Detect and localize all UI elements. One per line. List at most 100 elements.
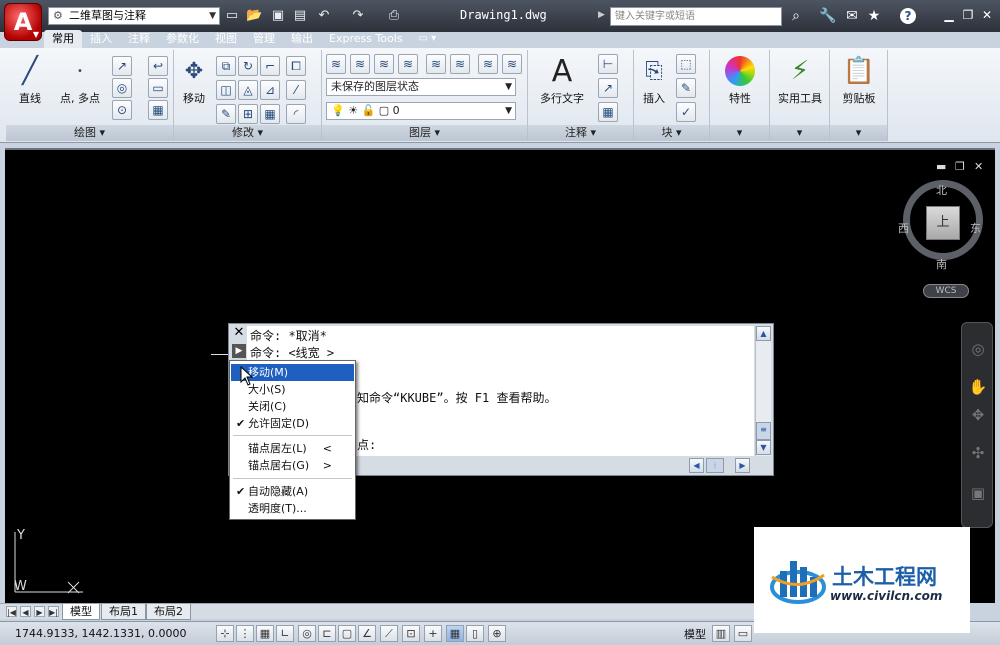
workspace-dropdown[interactable]: ⚙ 二维草图与注释 ▼ [48,7,220,25]
star-icon[interactable]: ★ [864,7,884,25]
open-file-icon[interactable]: 📂 [246,8,262,24]
new-file-icon[interactable]: ▭ [224,8,240,24]
properties-button[interactable]: 特性 [714,54,766,106]
modify-panel-title[interactable]: 修改 ▾ [174,125,321,141]
communication-icon[interactable]: ✉ [842,7,862,25]
polar-icon[interactable]: ∟ [276,625,294,642]
pan-hand-icon[interactable]: ✋ [968,377,988,397]
stretch-icon[interactable]: ◫ [216,80,236,100]
layer-walk-icon[interactable]: ≋ [478,54,498,74]
tab-parametric[interactable]: 参数化 [158,30,207,48]
move-button[interactable]: ✥ 移动 [176,54,212,106]
scroll-thumb[interactable]: ⦙ [706,458,724,473]
ellipse-icon[interactable]: ⊙ [112,100,132,120]
coordinate-readout[interactable]: 1744.9133, 1442.1331, 0.0000 [15,627,186,640]
minimize-icon[interactable]: ▬ [936,160,946,173]
menu-item-transparency[interactable]: 透明度(T)... [231,500,354,517]
rectangle-icon[interactable]: ▭ [148,78,168,98]
compass-south[interactable]: 南 [936,256,947,272]
array-icon[interactable]: ▦ [260,104,280,124]
utilities-panel-title[interactable]: ▾ [770,125,829,141]
selection-cycling-icon[interactable]: ▦ [446,625,464,642]
tab-model[interactable]: 模型 [62,604,100,620]
osnap-icon[interactable]: ◎ [298,625,316,642]
close-icon[interactable]: ✕ [974,160,983,173]
snap-icon[interactable]: ⊹ [216,625,234,642]
draw-panel-title[interactable]: 绘图 ▾ [6,125,173,141]
restore-icon[interactable]: ❐ [955,160,965,173]
plot-icon[interactable]: ⎙ [386,8,402,24]
quick-properties-icon[interactable]: + [424,625,442,642]
wcs-menu[interactable]: WCS [923,284,969,298]
clipboard-panel-title[interactable]: ▾ [830,125,887,141]
rotate-icon[interactable]: ↻ [238,56,258,76]
otrack-icon[interactable]: ⊏ [318,625,336,642]
tab-insert[interactable]: 插入 [82,30,120,48]
table-icon[interactable]: ▦ [598,102,618,122]
offset-icon[interactable]: ◬ [238,80,258,100]
close-icon[interactable]: ✕ [980,8,994,22]
edit-block-icon[interactable]: ✎ [676,78,696,98]
point-button[interactable]: • 点, 多点 [52,54,108,106]
chamfer-icon[interactable]: ◜ [286,104,306,124]
orbit-icon[interactable]: ✣ [968,443,988,463]
minimize-icon[interactable]: ▁ [942,8,956,22]
layer-off-icon[interactable]: ≋ [398,54,418,74]
search-input[interactable]: 键入关键字或短语 [610,7,782,26]
transparency-icon[interactable]: ⊡ [402,625,420,642]
layer-properties-icon[interactable]: ≋ [326,54,346,74]
horizontal-scrollbar[interactable]: ◀ ⦙ ▶ [689,458,755,473]
tab-layout1[interactable]: 布局1 [101,604,146,620]
ribbon-minimize-icon[interactable]: ▭ ▾ [411,30,437,48]
block-panel-title[interactable]: 块 ▾ [634,125,709,141]
tab-output[interactable]: 输出 [283,30,321,48]
tab-layout2[interactable]: 布局2 [146,604,191,620]
compass-east[interactable]: 东 [970,220,981,236]
menu-item-close[interactable]: 关闭(C) [231,398,354,415]
scroll-down-icon[interactable]: ▼ [756,440,771,455]
layer-unisolate-icon[interactable]: ≋ [450,54,470,74]
save-icon[interactable]: ▣ [270,8,286,24]
properties-panel-title[interactable]: ▾ [710,125,769,141]
tab-manage[interactable]: 管理 [245,30,283,48]
help-icon[interactable]: ? [900,8,916,24]
vertical-scrollbar[interactable]: ▲ ≡ ▼ [755,326,771,456]
dyn-icon[interactable]: ∠ [358,625,376,642]
next-tab-icon[interactable]: ▶ [34,606,45,617]
layer-match-icon[interactable]: ≋ [426,54,446,74]
mtext-button[interactable]: A 多行文字 [532,54,592,106]
layer-dropdown[interactable]: 💡 ☀ 🔓 ▢ 0 ▼ [326,102,516,120]
mirror-icon[interactable]: ⊿ [260,80,280,100]
layer-freeze-icon[interactable]: ≋ [374,54,394,74]
viewcube-face[interactable]: 上 [926,206,960,240]
compass-north[interactable]: 北 [936,182,947,198]
last-tab-icon[interactable]: ▶| [48,606,59,617]
menu-item-anchor-left[interactable]: 锚点居左(L) < [231,440,354,457]
ducs-icon[interactable]: ▢ [338,625,356,642]
line-button[interactable]: ╱ 直线 [10,54,50,106]
tab-view[interactable]: 视图 [207,30,245,48]
showmotion-icon[interactable]: ▣ [968,483,988,503]
prev-tab-icon[interactable]: ◀ [20,606,31,617]
tab-annotate[interactable]: 注释 [120,30,158,48]
polyline-icon[interactable]: ↗ [112,56,132,76]
wrench-icon[interactable]: 🔧 [818,7,838,25]
copy-icon[interactable]: ⧉ [216,56,236,76]
annotation-monitor-icon[interactable]: ▯ [466,625,484,642]
layer-state-dropdown[interactable]: 未保存的图层状态 ▼ [326,78,516,96]
restore-icon[interactable]: ❐ [961,8,975,22]
lineweight-icon[interactable]: ⟋ [380,625,398,642]
zoom-icon[interactable]: ✥ [968,405,988,425]
scale-icon[interactable]: ⊞ [238,104,258,124]
layers-panel-title[interactable]: 图层 ▾ [322,125,527,141]
utilities-button[interactable]: ⚡ 实用工具 [772,54,828,106]
chevron-right-icon[interactable]: ▶ [598,10,608,24]
dimension-icon[interactable]: ⊢ [598,54,618,74]
undo-icon[interactable]: ↶ [316,8,332,24]
tab-express-tools[interactable]: Express Tools [321,30,411,48]
grid-icon[interactable]: ⋮ [236,625,254,642]
steering-wheel-icon[interactable]: ◎ [968,339,988,359]
menu-item-auto-hide[interactable]: ✔ 自动隐藏(A) [231,483,354,500]
scroll-thumb[interactable]: ≡ [756,422,771,440]
quick-view-layouts-icon[interactable]: ▥ [712,625,730,642]
